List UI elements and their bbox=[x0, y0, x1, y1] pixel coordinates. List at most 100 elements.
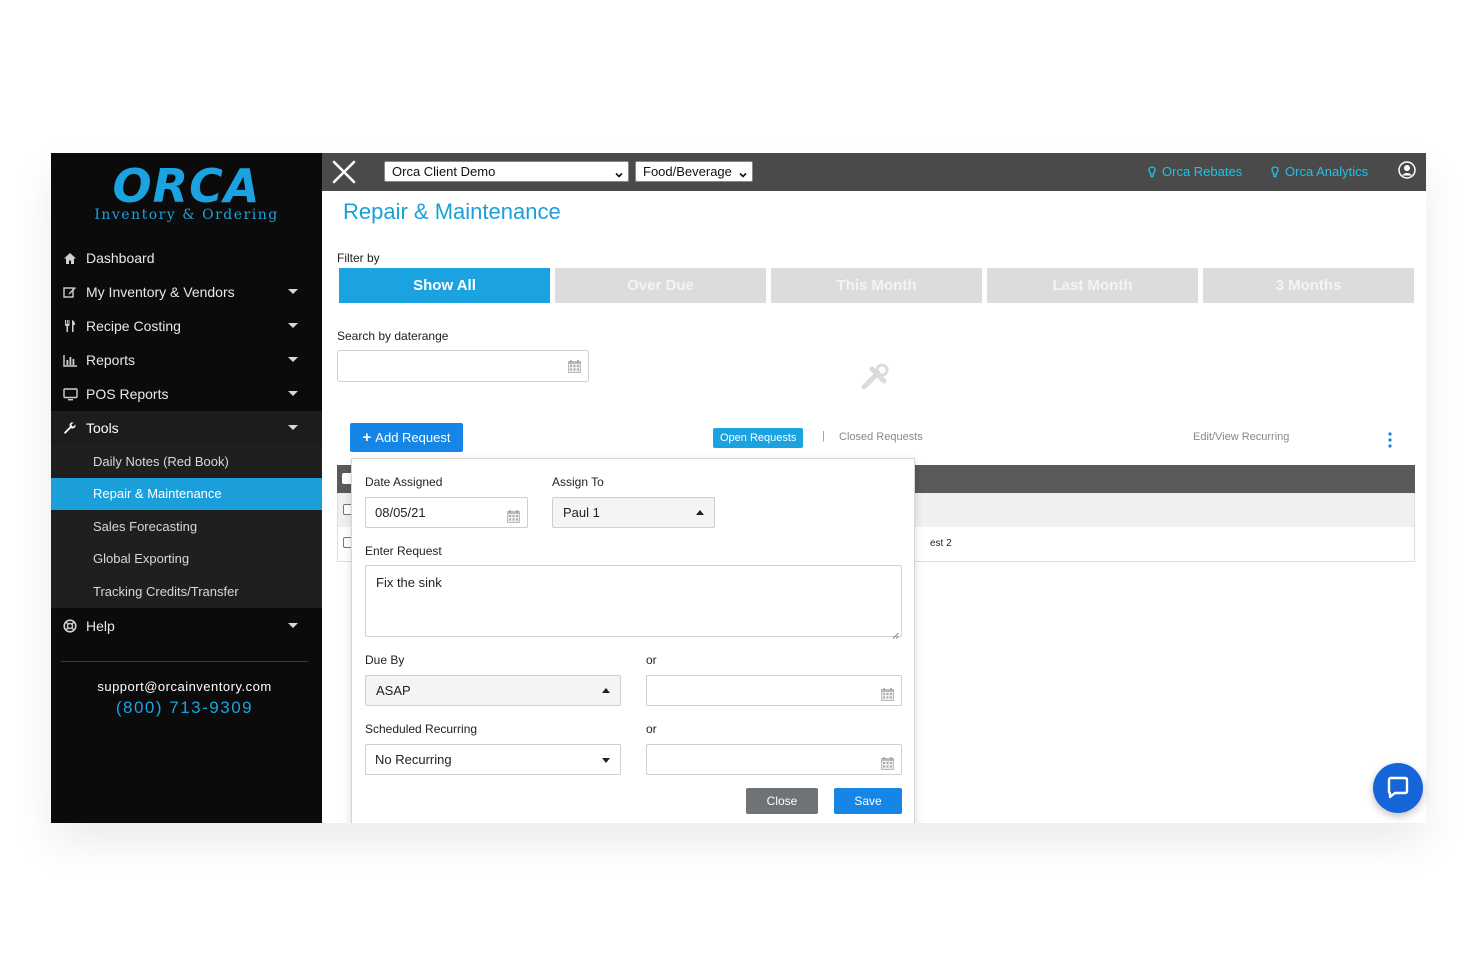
sidebar-subitem-daily-notes[interactable]: Daily Notes (Red Book) bbox=[51, 445, 322, 478]
sidebar-item-label: Help bbox=[86, 617, 115, 634]
add-request-button[interactable]: + Add Request bbox=[350, 423, 463, 452]
add-request-label: Add Request bbox=[375, 430, 451, 445]
sidebar-item-label: Dashboard bbox=[86, 250, 155, 266]
save-button[interactable]: Save bbox=[834, 788, 902, 814]
close-menu-icon[interactable] bbox=[332, 160, 356, 184]
tools-watermark-icon bbox=[858, 361, 892, 395]
category-select[interactable]: Food/Beverage bbox=[635, 161, 753, 182]
filter-bar: Show All Over Due This Month Last Month … bbox=[339, 268, 1414, 303]
daterange-input[interactable] bbox=[337, 350, 589, 382]
sidebar-subitem-label: Global Exporting bbox=[93, 551, 190, 567]
sidebar-item-inventory-vendors[interactable]: My Inventory & Vendors bbox=[51, 275, 322, 309]
assign-to-select[interactable]: Paul 1 bbox=[552, 497, 715, 528]
tab-separator: | bbox=[822, 430, 825, 442]
sidebar-item-label: Recipe Costing bbox=[86, 318, 181, 334]
logo-subtitle: Inventory & Ordering bbox=[94, 207, 279, 223]
calendar-icon[interactable] bbox=[880, 752, 895, 770]
scheduled-date-input[interactable] bbox=[646, 744, 902, 775]
enter-request-label: Enter Request bbox=[365, 544, 442, 558]
orca-analytics-label: Orca Analytics bbox=[1285, 164, 1369, 179]
sidebar-nav: Dashboard My Inventory & Vendors Recipe … bbox=[51, 241, 322, 643]
tab-closed-requests[interactable]: Closed Requests bbox=[839, 431, 923, 443]
edit-view-recurring-link[interactable]: Edit/View Recurring bbox=[1193, 431, 1289, 443]
chat-bubble-icon bbox=[1387, 776, 1409, 799]
monitor-icon bbox=[62, 386, 78, 402]
calendar-icon[interactable] bbox=[880, 683, 895, 701]
chevron-down-icon bbox=[288, 289, 298, 294]
scheduled-or-label: or bbox=[646, 722, 657, 736]
chat-button[interactable] bbox=[1373, 763, 1423, 813]
assign-to-label: Assign To bbox=[552, 475, 604, 489]
orca-rebates-label: Orca Rebates bbox=[1162, 164, 1243, 179]
support-email[interactable]: support@orcainventory.com bbox=[51, 679, 318, 694]
sidebar: ORCA Inventory & Ordering Dashboard My I… bbox=[51, 153, 322, 823]
client-select[interactable]: Orca Client Demo bbox=[384, 161, 629, 182]
tab-open-requests[interactable]: Open Requests bbox=[713, 428, 804, 448]
sidebar-subitem-repair-maintenance[interactable]: Repair & Maintenance bbox=[51, 477, 322, 510]
sidebar-item-label: Reports bbox=[86, 352, 136, 368]
logo-wordmark: ORCA bbox=[112, 159, 261, 213]
chevron-down-icon bbox=[602, 758, 610, 763]
date-assigned-input[interactable]: 08/05/21 bbox=[365, 497, 528, 528]
support-phone[interactable]: (800) 713-9309 bbox=[51, 698, 318, 718]
due-date-input[interactable] bbox=[646, 675, 902, 706]
lifebuoy-icon bbox=[62, 618, 78, 634]
wrench-icon bbox=[62, 420, 78, 436]
filter-show-all-button[interactable]: Show All bbox=[339, 268, 550, 303]
request-textarea[interactable]: Fix the sink bbox=[365, 565, 902, 639]
sidebar-item-reports[interactable]: Reports bbox=[51, 343, 322, 377]
request-text: Fix the sink bbox=[376, 575, 442, 590]
orca-logo[interactable]: ORCA Inventory & Ordering bbox=[51, 161, 322, 231]
edit-icon bbox=[62, 284, 78, 300]
due-by-select[interactable]: ASAP bbox=[365, 675, 621, 706]
chevron-down-icon bbox=[739, 165, 747, 178]
lightbulb-icon bbox=[1271, 165, 1279, 177]
chevron-down-icon bbox=[288, 622, 298, 628]
date-assigned-value: 08/05/21 bbox=[375, 505, 426, 520]
scheduled-recurring-select[interactable]: No Recurring bbox=[365, 744, 621, 775]
calendar-icon[interactable] bbox=[506, 505, 521, 523]
sidebar-item-help[interactable]: Help bbox=[51, 609, 322, 643]
utensils-icon bbox=[62, 318, 78, 334]
category-select-value: Food/Beverage bbox=[643, 164, 732, 179]
user-account-icon[interactable] bbox=[1398, 161, 1416, 179]
sidebar-item-recipe-costing[interactable]: Recipe Costing bbox=[51, 309, 322, 343]
bar-chart-icon bbox=[62, 352, 78, 368]
sidebar-item-dashboard[interactable]: Dashboard bbox=[51, 241, 322, 275]
filter-last-month-button[interactable]: Last Month bbox=[987, 268, 1198, 303]
resize-handle-icon[interactable] bbox=[892, 627, 899, 639]
sidebar-subitem-sales-forecasting[interactable]: Sales Forecasting bbox=[51, 510, 322, 543]
chevron-up-icon bbox=[602, 688, 610, 693]
plus-icon: + bbox=[362, 429, 372, 446]
sidebar-item-pos-reports[interactable]: POS Reports bbox=[51, 377, 322, 411]
more-options-icon[interactable] bbox=[1384, 431, 1396, 449]
due-by-value: ASAP bbox=[376, 683, 411, 698]
add-request-popup: Date Assigned 08/05/21 Assign To Paul 1 … bbox=[351, 458, 915, 823]
filter-over-due-button[interactable]: Over Due bbox=[555, 268, 766, 303]
sidebar-subitem-label: Repair & Maintenance bbox=[93, 486, 222, 502]
sidebar-subitem-label: Sales Forecasting bbox=[93, 518, 198, 534]
filter-3-months-button[interactable]: 3 Months bbox=[1203, 268, 1414, 303]
sidebar-item-label: My Inventory & Vendors bbox=[86, 284, 235, 300]
orca-analytics-link[interactable]: Orca Analytics bbox=[1271, 164, 1368, 179]
main-content: Repair & Maintenance Filter by Show All … bbox=[322, 191, 1426, 823]
filter-this-month-button[interactable]: This Month bbox=[771, 268, 982, 303]
sidebar-subitem-label: Daily Notes (Red Book) bbox=[93, 453, 229, 469]
scheduled-recurring-label: Scheduled Recurring bbox=[365, 722, 478, 736]
close-button[interactable]: Close bbox=[746, 788, 818, 814]
chevron-up-icon bbox=[696, 510, 704, 515]
topbar: Orca Client Demo Food/Beverage Orca Reba… bbox=[322, 153, 1426, 191]
chevron-down-icon bbox=[288, 391, 298, 396]
sidebar-item-label: POS Reports bbox=[86, 386, 169, 402]
chevron-down-icon bbox=[615, 165, 623, 178]
orca-rebates-link[interactable]: Orca Rebates bbox=[1148, 164, 1242, 179]
assign-to-value: Paul 1 bbox=[563, 505, 600, 520]
app-window: ORCA Inventory & Ordering Dashboard My I… bbox=[51, 153, 1426, 823]
date-assigned-label: Date Assigned bbox=[365, 475, 443, 489]
sidebar-item-tools[interactable]: Tools bbox=[51, 411, 322, 445]
due-by-label: Due By bbox=[365, 653, 405, 667]
scheduled-recurring-value: No Recurring bbox=[375, 752, 452, 767]
sidebar-subitem-tracking-credits[interactable]: Tracking Credits/Transfer bbox=[51, 575, 322, 608]
sidebar-subitem-global-exporting[interactable]: Global Exporting bbox=[51, 543, 322, 576]
calendar-icon[interactable] bbox=[567, 359, 582, 374]
